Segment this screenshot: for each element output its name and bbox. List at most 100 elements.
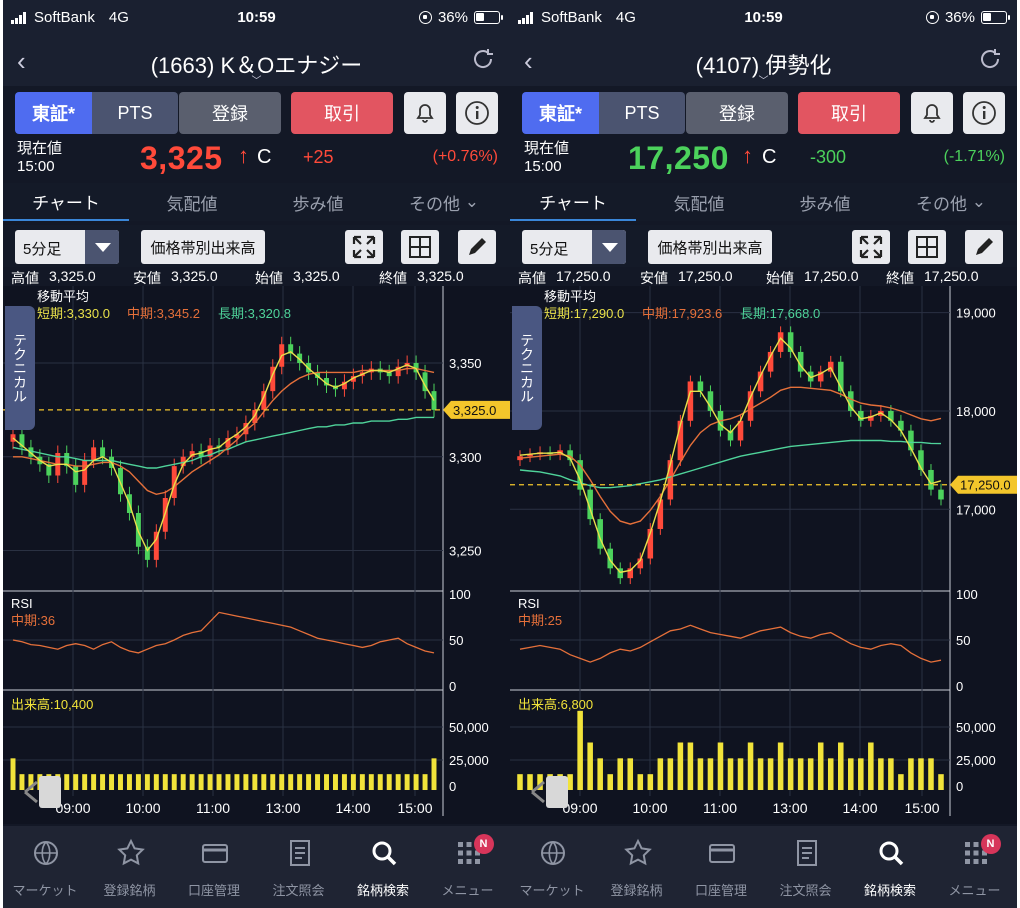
- volume-bar: [315, 774, 321, 790]
- status-bar: SoftBank 4G 10:59 36%: [3, 0, 510, 36]
- bell-icon[interactable]: [404, 92, 446, 134]
- screenshot-composite: SoftBank 4G 10:59 36% ‹ (1663) K＆Oエナジー ﹀…: [0, 0, 1020, 908]
- grid-layout-icon[interactable]: [401, 230, 439, 264]
- expand-icon[interactable]: [852, 230, 890, 264]
- refresh-icon[interactable]: [470, 46, 496, 72]
- rotation-lock-icon: [925, 11, 939, 24]
- register-button[interactable]: 登録: [179, 92, 281, 134]
- tab-quotes[interactable]: 気配値: [636, 183, 762, 221]
- volume-bar: [216, 774, 222, 790]
- volume-bar: [817, 742, 824, 790]
- volume-bar: [431, 758, 437, 790]
- interval-select[interactable]: 5分足: [522, 230, 626, 264]
- refresh-icon[interactable]: [977, 46, 1003, 72]
- exchange-tse-button[interactable]: 東証*: [15, 92, 92, 134]
- technical-tab[interactable]: テクニカル: [5, 306, 35, 430]
- volume-bar: [324, 774, 329, 790]
- volume-bar: [767, 758, 774, 790]
- volume-bar: [377, 774, 383, 790]
- expand-icon[interactable]: [345, 230, 383, 264]
- x-tick-label: 13:00: [265, 800, 300, 816]
- register-button[interactable]: 登録: [686, 92, 788, 134]
- volume-tick-label: 0: [449, 779, 456, 794]
- chevron-down-icon: ⌄: [464, 192, 479, 211]
- volume-bar: [270, 774, 276, 790]
- nav-watchlist[interactable]: 登録銘柄: [595, 826, 679, 908]
- tab-trades[interactable]: 歩み値: [255, 183, 381, 221]
- volume-bar: [627, 758, 634, 790]
- candle-body: [91, 447, 97, 461]
- rsi-mid-label: 中期:25: [518, 613, 562, 628]
- trade-button[interactable]: 取引: [798, 92, 900, 134]
- bell-icon[interactable]: [911, 92, 953, 134]
- tab-other[interactable]: その他 ⌄: [888, 183, 1014, 221]
- volume-bar: [162, 774, 168, 790]
- close-value: 3,325.0: [417, 268, 464, 284]
- nav-account[interactable]: 口座管理: [679, 826, 763, 908]
- interval-select[interactable]: 5分足: [15, 230, 119, 264]
- tab-quotes[interactable]: 気配値: [129, 183, 255, 221]
- candle-body: [687, 381, 694, 421]
- x-tick-label: 10:00: [632, 800, 667, 816]
- volume-label: 出来高:10,400: [11, 697, 93, 712]
- nav-watchlist[interactable]: 登録銘柄: [88, 826, 172, 908]
- phone-screen-right: SoftBank 4G 10:59 36% ‹ (4107) 伊勢化 ﹀ 東証*…: [510, 0, 1017, 908]
- battery-icon: [474, 11, 503, 24]
- nav-market[interactable]: マーケット: [3, 826, 87, 908]
- open-label: 始値: [255, 270, 283, 286]
- chevron-down-icon[interactable]: ﹀: [3, 72, 510, 87]
- open-value: 17,250.0: [804, 268, 859, 284]
- volume-bar: [73, 774, 79, 790]
- volume-bar: [757, 758, 764, 790]
- volume-bar: [118, 774, 123, 790]
- info-icon[interactable]: [456, 92, 498, 134]
- high-label: 高値: [11, 270, 39, 286]
- chevron-down-icon[interactable]: ﹀: [510, 72, 1017, 87]
- price-label: 現在値 15:00: [524, 140, 570, 175]
- tab-chart[interactable]: チャート: [510, 183, 636, 221]
- nav-menu[interactable]: メニュー N: [426, 826, 510, 908]
- volume-bar: [144, 774, 150, 790]
- y-tick-label: 3,300: [449, 450, 482, 465]
- nav-account[interactable]: 口座管理: [172, 826, 256, 908]
- tab-other[interactable]: その他 ⌄: [381, 183, 507, 221]
- info-icon[interactable]: [963, 92, 1005, 134]
- nav-stock-search[interactable]: 銘柄検索: [341, 826, 425, 908]
- volume-bar: [868, 742, 874, 790]
- ma-mid-label: 中期:17,923.6: [642, 306, 722, 321]
- exchange-tse-button[interactable]: 東証*: [522, 92, 599, 134]
- volume-bar: [898, 774, 904, 790]
- volume-bar: [587, 742, 593, 790]
- tab-trades[interactable]: 歩み値: [762, 183, 888, 221]
- x-tick-label: 11:00: [196, 800, 230, 816]
- nav-market[interactable]: マーケット: [510, 826, 594, 908]
- technical-tab[interactable]: テクニカル: [512, 306, 542, 430]
- volume-bar: [171, 774, 177, 790]
- nav-stock-search[interactable]: 銘柄検索: [848, 826, 932, 908]
- volume-bar: [637, 774, 644, 790]
- volume-label: 出来高:6,800: [518, 697, 593, 712]
- nav-menu[interactable]: メニュー N: [933, 826, 1017, 908]
- grid-layout-icon[interactable]: [908, 230, 946, 264]
- ma-long-label: 長期:17,668.0: [740, 306, 820, 321]
- volume-by-price-button[interactable]: 価格帯別出来高: [141, 230, 265, 264]
- nav-orders[interactable]: 注文照会: [764, 826, 848, 908]
- nav-label: メニュー: [948, 883, 1001, 898]
- price-change-percent: (+0.76%): [432, 148, 498, 165]
- volume-by-price-button[interactable]: 価格帯別出来高: [648, 230, 772, 264]
- volume-bar: [288, 774, 294, 790]
- y-tick-label: 17,000: [956, 502, 996, 517]
- trade-button[interactable]: 取引: [291, 92, 393, 134]
- ohlc-row: 高値 3,325.0 安値 3,325.0 始値 3,325.0 終値 3,32…: [3, 268, 510, 286]
- volume-bar: [153, 774, 159, 790]
- tab-chart[interactable]: チャート: [3, 183, 129, 221]
- nav-orders[interactable]: 注文照会: [257, 826, 341, 908]
- volume-bar: [297, 774, 303, 790]
- candlestick-chart[interactable]: 19,000 18,000 17,000 17,250.0 移動平均短期:17,290.…: [510, 286, 1017, 824]
- exchange-pts-button[interactable]: PTS: [92, 92, 178, 134]
- candlestick-chart[interactable]: 3,350 3,300 3,250 3,325.0 移動平均短期:3,330.0 中期:3…: [3, 286, 510, 824]
- pencil-icon[interactable]: [458, 230, 496, 264]
- pencil-icon[interactable]: [965, 230, 1003, 264]
- exchange-pts-button[interactable]: PTS: [599, 92, 685, 134]
- x-tick-label: 14:00: [335, 800, 370, 816]
